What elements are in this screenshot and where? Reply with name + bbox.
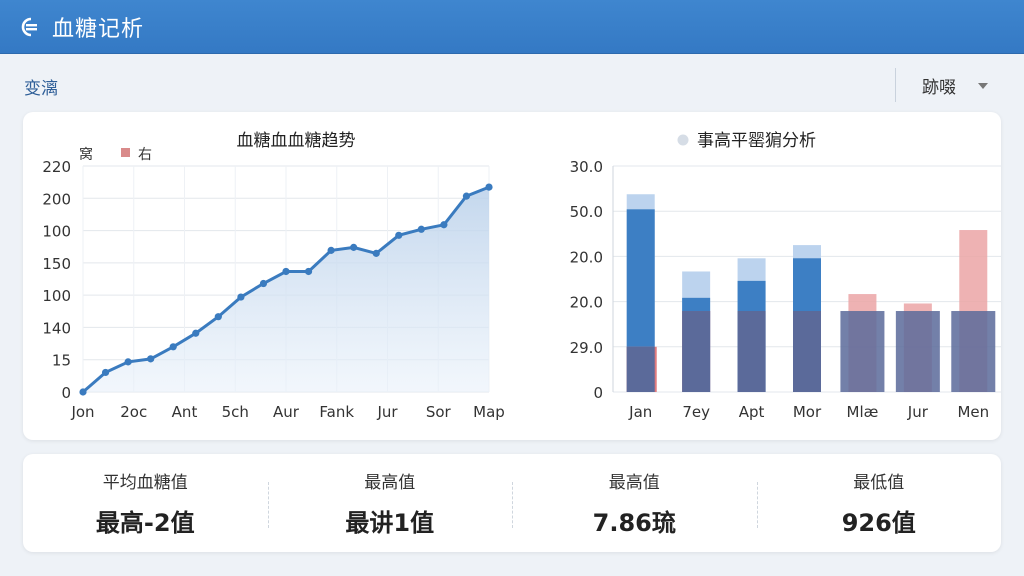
back-icon[interactable] [16,14,42,40]
charts-card: 血糖血血糖趋势 窝 右 220 200 100 150 100 140 15 0 Jon 2oc… [23,112,1001,440]
y-tick-label: 100 [42,223,71,241]
data-point [169,343,177,351]
data-point [237,293,245,301]
stat-value: 7.86琉 [592,509,676,537]
x-tick-label: Jur [376,403,398,421]
y-tick-label: 30.0 [570,158,603,176]
x-tick-label: Aur [273,403,300,421]
legend-dot-icon [677,134,689,146]
data-point [485,183,493,191]
y-tick-label: 200 [42,190,71,208]
x-tick-label: Map [473,403,505,421]
chevron-down-icon [978,82,988,89]
data-point [282,267,290,276]
y-tick-label: 15 [52,352,71,370]
bar-chart-title: 事高平罂猏分析 [697,130,816,151]
bar [682,311,711,392]
data-point [327,246,335,254]
stat-max: 最高值 最讲1值 [267,454,513,552]
stat-label: 最低值 [853,473,905,493]
data-point [440,221,448,229]
y-tick-label: 20.0 [570,248,603,266]
data-point [462,192,471,200]
x-tick-label: Mlæ [847,403,879,421]
y-tick-label: 220 [42,158,71,176]
bar [840,311,885,392]
y-tick-label: 150 [42,255,71,273]
legend-right-label: 右 [138,147,152,163]
bar [951,311,996,392]
x-tick-label: Men [957,403,989,421]
stat-min: 最低值 926值 [756,454,1002,552]
data-point [395,231,403,239]
data-point [372,249,380,257]
toolbar-left-link[interactable]: 变漓 [24,74,58,99]
stat-label: 最高值 [608,473,660,493]
stat-label: 平均血糖值 [102,473,188,493]
y-tick-label: 140 [42,319,71,337]
stat-value: 最高-2值 [95,509,195,537]
data-point [417,225,425,233]
x-tick-label: Jon [70,403,94,421]
y-tick-label: 50.0 [570,203,603,221]
y-tick-label: 29.0 [570,339,603,357]
x-tick-label: Jan [628,403,652,421]
y-tick-label: 20.0 [570,294,603,312]
x-tick-label: Fank [319,403,354,421]
period-dropdown-label: 跡啜 [922,78,956,98]
legend-swatch [121,148,130,157]
data-point [259,279,268,288]
data-point [350,243,358,251]
bar [793,311,821,392]
data-point [79,388,87,396]
data-point [124,358,132,366]
app-header: 血糖记析 [0,0,1024,54]
toolbar: 变漓 跡啜 [0,62,1024,108]
stat-value: 926值 [841,509,916,537]
data-point [101,368,110,377]
bar [737,311,766,392]
bar [895,311,940,392]
x-tick-label: Jur [907,403,929,421]
x-tick-label: 7ey [682,403,710,421]
trend-line-chart: 血糖血血糖趋势 窝 右 220200100150100140150 Jon 2oc… [42,131,505,421]
stat-max-2: 最高值 7.86琉 [512,454,757,552]
data-point [192,329,200,337]
x-tick-label: Apt [739,403,765,421]
stat-label: 最高值 [364,473,416,493]
bar [626,346,655,392]
x-tick-label: Mor [793,403,822,421]
x-tick-label: Ant [172,403,198,421]
legend-left-label: 窝 [79,146,93,163]
app-title: 血糖记析 [52,16,145,42]
period-dropdown[interactable]: 跡啜 [922,73,988,98]
x-tick-label: Sor [426,403,452,421]
stat-value: 最讲1值 [345,509,435,537]
data-point [304,267,313,276]
data-point [147,355,155,363]
y-tick-label: 0 [593,384,603,402]
y-tick-label: 0 [61,384,71,402]
toolbar-divider [895,68,896,102]
x-tick-label: 5ch [222,403,249,421]
x-tick-label: 2oc [120,403,147,421]
line-chart-title: 血糖血血糖趋势 [237,131,356,151]
stat-average: 平均血糖值 最高-2值 [23,454,268,552]
data-point [214,313,222,321]
stats-card: 平均血糖值 最高-2值 最高值 最讲1值 最高值 7.86琉 最低值 926值 [23,454,1001,552]
analysis-bar-chart: 事高平罂猏分析 30.0 50.0 20.0 20.0 29.0 0 Jan 7ey Apt M… [570,130,1001,421]
y-tick-label: 100 [42,287,71,305]
